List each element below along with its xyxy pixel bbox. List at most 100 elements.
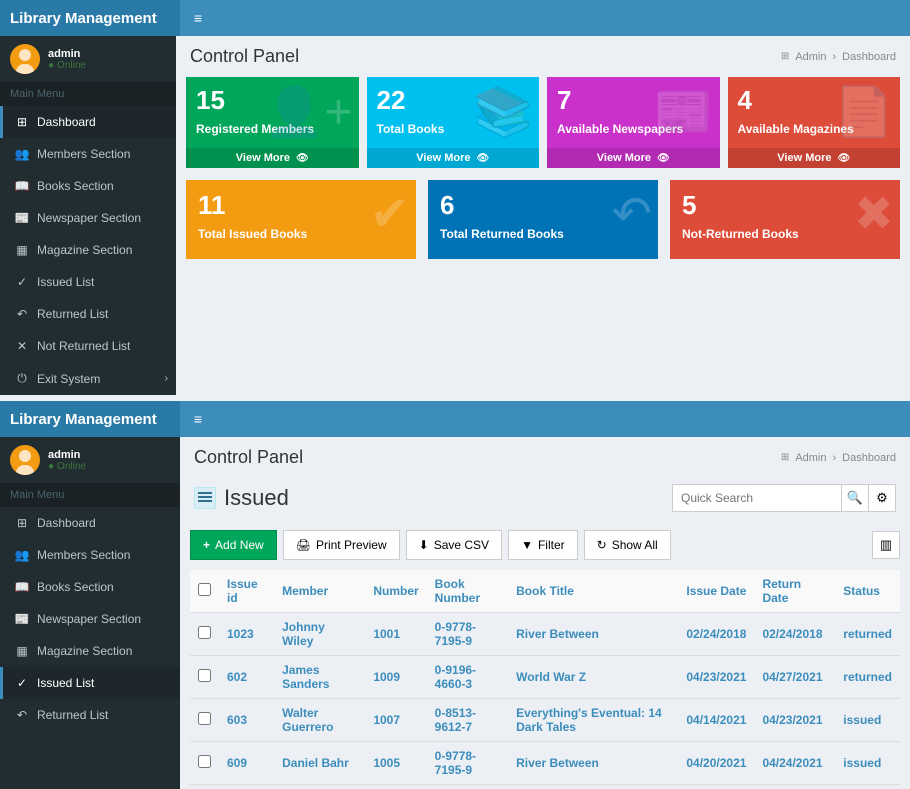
refresh-icon: ↻ bbox=[597, 538, 607, 552]
col-header[interactable]: Issue Date bbox=[678, 570, 754, 613]
status-link[interactable]: returned bbox=[843, 670, 892, 684]
sidebar-item-not-returned-list[interactable]: ✕Not Returned List bbox=[0, 330, 176, 362]
status-link[interactable]: issued bbox=[843, 756, 881, 770]
avatar bbox=[10, 44, 40, 74]
breadcrumb: ⊞ Admin › Dashboard bbox=[781, 452, 896, 464]
col-header[interactable]: Book Title bbox=[508, 570, 678, 613]
show-all-button[interactable]: ↻Show All bbox=[584, 530, 671, 560]
booknum-link[interactable]: 0-9778-7195-9 bbox=[435, 620, 476, 648]
sidebar-item-dashboard[interactable]: ⊞Dashboard bbox=[0, 507, 180, 539]
sidebar-item-magazine-section[interactable]: ▦Magazine Section bbox=[0, 234, 176, 266]
app-logo[interactable]: Library Management bbox=[0, 0, 180, 36]
return-date-link[interactable]: 04/27/2021 bbox=[762, 670, 822, 684]
sidebar-item-issued-list[interactable]: ✓Issued List bbox=[0, 667, 180, 699]
view-more-link[interactable]: View More bbox=[367, 148, 540, 168]
issue-id-link[interactable]: 1023 bbox=[227, 627, 254, 641]
search-button[interactable]: 🔍 bbox=[841, 484, 869, 512]
menu-toggle-icon[interactable]: ≡ bbox=[180, 0, 216, 36]
col-header[interactable]: Book Number bbox=[427, 570, 508, 613]
user-status: Online bbox=[48, 461, 86, 472]
print-button[interactable]: 🖨Print Preview bbox=[283, 530, 400, 560]
member-link[interactable]: Johnny Wiley bbox=[282, 620, 325, 648]
menu-label: Members Section bbox=[37, 548, 130, 562]
menu-toggle-icon[interactable]: ≡ bbox=[180, 401, 216, 437]
member-link[interactable]: Walter Guerrero bbox=[282, 706, 333, 734]
sidebar-item-books-section[interactable]: 📖Books Section bbox=[0, 170, 176, 202]
booknum-link[interactable]: 0-9778-7195-9 bbox=[435, 749, 476, 777]
return-date-link[interactable]: 04/24/2021 bbox=[762, 756, 822, 770]
row-checkbox[interactable] bbox=[198, 669, 211, 682]
member-link[interactable]: Daniel Bahr bbox=[282, 756, 349, 770]
member-link[interactable]: James Sanders bbox=[282, 663, 329, 691]
number-link[interactable]: 1005 bbox=[373, 756, 400, 770]
col-header[interactable]: Issue id bbox=[219, 570, 274, 613]
sidebar-item-newspaper-section[interactable]: 📰Newspaper Section bbox=[0, 202, 176, 234]
col-header[interactable]: Number bbox=[365, 570, 426, 613]
select-all-checkbox[interactable] bbox=[198, 583, 211, 596]
issue-id-link[interactable]: 609 bbox=[227, 756, 247, 770]
sidebar-item-newspaper-section[interactable]: 📰Newspaper Section bbox=[0, 603, 180, 635]
col-header[interactable]: Return Date bbox=[754, 570, 835, 613]
print-icon: 🖨 bbox=[296, 538, 311, 552]
sidebar-item-members-section[interactable]: 👥Members Section bbox=[0, 138, 176, 170]
sidebar-item-books-section[interactable]: 📖Books Section bbox=[0, 571, 180, 603]
stat-tile: ✔11Total Issued Books bbox=[186, 180, 416, 259]
return-date-link[interactable]: 02/24/2018 bbox=[762, 627, 822, 641]
issue-id-link[interactable]: 603 bbox=[227, 713, 247, 727]
menu-label: Newspaper Section bbox=[37, 211, 141, 225]
sidebar-item-issued-list[interactable]: ✓ Issued List bbox=[0, 266, 176, 298]
table-view-button[interactable]: ▥ bbox=[872, 531, 900, 559]
filter-button[interactable]: ▼Filter bbox=[508, 530, 578, 560]
col-header[interactable]: Status bbox=[835, 570, 900, 613]
settings-button[interactable]: ⚙ bbox=[868, 484, 896, 512]
row-checkbox[interactable] bbox=[198, 755, 211, 768]
booknum-link[interactable]: 0-9196-4660-3 bbox=[435, 663, 476, 691]
view-more-link[interactable]: View More bbox=[547, 148, 720, 168]
sidebar-item-members-section[interactable]: 👥 Members Section bbox=[0, 539, 180, 571]
sidebar-item-exit-system[interactable]: ⏻Exit System› bbox=[0, 362, 176, 395]
view-more-link[interactable]: View More bbox=[728, 148, 901, 168]
issue-date-link[interactable]: 04/20/2021 bbox=[686, 756, 746, 770]
menu-icon: 📰 bbox=[15, 612, 29, 626]
number-link[interactable]: 1007 bbox=[373, 713, 400, 727]
issue-date-link[interactable]: 04/14/2021 bbox=[686, 713, 746, 727]
sidebar-item-returned-list[interactable]: ↶Returned List bbox=[0, 699, 180, 731]
page-title: Control Panel bbox=[190, 46, 299, 67]
number-link[interactable]: 1001 bbox=[373, 627, 400, 641]
menu-icon: ✓ bbox=[15, 275, 29, 289]
table-row: 609 Daniel Bahr 1005 0-9778-7195-9 River Bet… bbox=[190, 742, 900, 785]
page-title: Control Panel bbox=[194, 447, 303, 468]
issue-date-link[interactable]: 04/23/2021 bbox=[686, 670, 746, 684]
sidebar-item-dashboard[interactable]: ⊞Dashboard bbox=[0, 106, 176, 138]
status-link[interactable]: issued bbox=[843, 713, 881, 727]
sidebar-item-magazine-section[interactable]: ▦Magazine Section bbox=[0, 635, 180, 667]
booknum-link[interactable]: 0-8513-9612-7 bbox=[435, 706, 476, 734]
issue-date-link[interactable]: 02/24/2018 bbox=[686, 627, 746, 641]
add-new-button[interactable]: +Add New bbox=[190, 530, 277, 560]
number-link[interactable]: 1009 bbox=[373, 670, 400, 684]
return-date-link[interactable]: 04/23/2021 bbox=[762, 713, 822, 727]
app-logo[interactable]: Library Management bbox=[0, 401, 180, 437]
menu-icon: 👥 bbox=[15, 147, 29, 161]
row-checkbox[interactable] bbox=[198, 712, 211, 725]
menu-label: Magazine Section bbox=[37, 243, 132, 257]
sidebar: admin Online Main Menu ⊞Dashboard👥Member… bbox=[0, 36, 176, 395]
menu-icon: 👥 bbox=[15, 548, 29, 562]
col-header[interactable]: Member bbox=[274, 570, 365, 613]
menu-label: Issued List bbox=[37, 275, 94, 289]
title-link[interactable]: Everything's Eventual: 14 Dark Tales bbox=[516, 706, 662, 734]
user-name: admin bbox=[48, 48, 86, 60]
menu-icon: 📖 bbox=[15, 580, 29, 594]
user-panel: admin Online bbox=[0, 437, 180, 483]
search-input[interactable] bbox=[672, 484, 842, 512]
status-link[interactable]: returned bbox=[843, 627, 892, 641]
title-link[interactable]: River Between bbox=[516, 756, 599, 770]
sidebar-item-returned-list[interactable]: ↶Returned List bbox=[0, 298, 176, 330]
title-link[interactable]: World War Z bbox=[516, 670, 586, 684]
view-more-link[interactable]: View More bbox=[186, 148, 359, 168]
title-link[interactable]: River Between bbox=[516, 627, 599, 641]
row-checkbox[interactable] bbox=[198, 626, 211, 639]
save-csv-button[interactable]: ⬇Save CSV bbox=[406, 530, 502, 560]
eye-icon bbox=[474, 152, 490, 164]
issue-id-link[interactable]: 602 bbox=[227, 670, 247, 684]
